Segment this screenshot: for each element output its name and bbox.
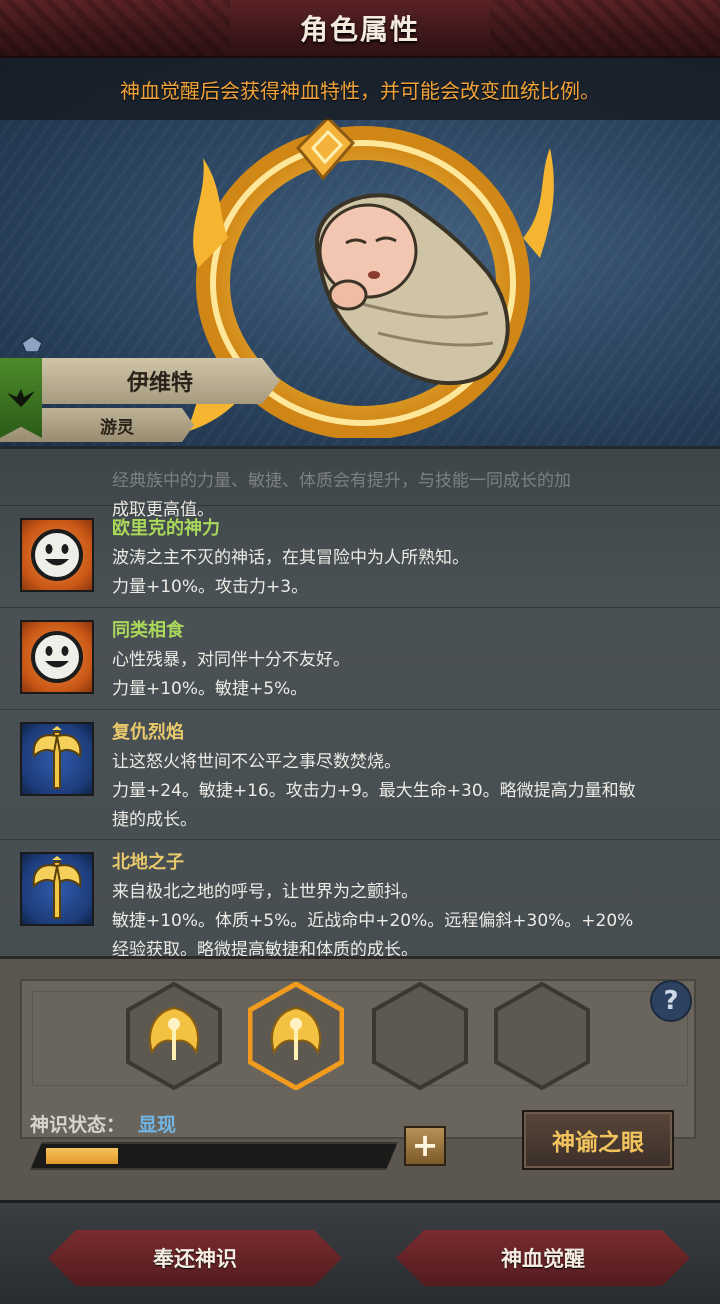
trait-item[interactable]: 欧里克的神力 波涛之主不灭的神话，在其冒险中为人所熟知。 力量+10%。攻击力+… xyxy=(0,505,720,607)
divine-slot-2-selected[interactable] xyxy=(248,982,344,1090)
divine-slot-1[interactable] xyxy=(126,982,222,1090)
trait-name: 复仇烈焰 xyxy=(112,722,184,743)
trait-list[interactable]: 经典族中的力量、敏捷、体质会有提升，与技能一同成长的加 成取更高值。 欧里克的神… xyxy=(0,446,720,956)
golden-axe-icon xyxy=(32,726,82,789)
trait-name: 北地之子 xyxy=(112,852,184,873)
trait-icon xyxy=(20,518,94,592)
character-class: 游灵 xyxy=(100,417,134,438)
page-title: 角色属性 xyxy=(299,13,420,46)
awakening-notice: 神血觉醒后会获得神血特性，并可能会改变血统比例。 xyxy=(0,58,720,120)
rank-icon xyxy=(22,336,42,352)
question-mark-icon: ? xyxy=(663,986,679,1016)
divine-progress-fill xyxy=(46,1148,118,1164)
golden-axe-icon xyxy=(32,856,82,919)
smiley-face-icon xyxy=(31,529,83,581)
character-name-banner: 伊维特 xyxy=(0,358,280,404)
blood-awaken-button[interactable]: 神血觉醒 xyxy=(396,1230,690,1286)
trait-description: 心性残暴，对同伴十分不友好。 力量+10%。敏捷+5%。 xyxy=(112,650,350,699)
trait-description: 来自极北之地的呼号，让世界为之颤抖。 敏捷+10%。体质+5%。近战命中+20%… xyxy=(112,882,634,956)
add-progress-button[interactable]: + xyxy=(404,1126,446,1166)
title-bar: 角色属性 xyxy=(0,0,720,58)
character-name: 伊维特 xyxy=(126,371,193,396)
divine-status-value: 显现 xyxy=(138,1114,177,1136)
smiley-face-icon xyxy=(31,631,83,683)
oracle-eye-label: 神谕之眼 xyxy=(552,1130,644,1156)
divine-progress-bar xyxy=(30,1142,398,1170)
trait-item[interactable]: 北地之子 来自极北之地的呼号，让世界为之颤抖。 敏捷+10%。体质+5%。近战命… xyxy=(0,839,720,956)
trait-description: 让这怒火将世间不公平之事尽数焚烧。 力量+24。敏捷+16。攻击力+9。最大生命… xyxy=(112,752,636,830)
raven-icon xyxy=(7,389,35,407)
return-divine-label: 奉还神识 xyxy=(153,1247,237,1271)
blood-awaken-label: 神血觉醒 xyxy=(501,1247,585,1271)
trait-icon xyxy=(20,722,94,796)
hero-portrait-area: 神血觉醒后会获得神血特性，并可能会改变血统比例。 伊维特 游灵 xyxy=(0,58,720,446)
oracle-eye-button[interactable]: 神谕之眼 xyxy=(522,1110,674,1170)
trait-item[interactable]: 复仇烈焰 让这怒火将世间不公平之事尽数焚烧。 力量+24。敏捷+16。攻击力+9… xyxy=(0,709,720,839)
trait-description: 波涛之主不灭的神话，在其冒险中为人所熟知。 力量+10%。攻击力+3。 xyxy=(112,548,469,597)
plus-icon: + xyxy=(411,1126,439,1164)
faction-crest xyxy=(0,358,42,438)
trait-name: 欧里克的神力 xyxy=(112,518,220,539)
trait-icon xyxy=(20,852,94,926)
divine-slot-4-empty[interactable] xyxy=(494,982,590,1090)
swaddled-baby-portrait xyxy=(315,193,510,386)
return-divine-button[interactable]: 奉还神识 xyxy=(48,1230,342,1286)
trait-icon xyxy=(20,620,94,694)
divine-slot-3-empty[interactable] xyxy=(372,982,468,1090)
help-button[interactable]: ? xyxy=(650,980,692,1022)
trait-name: 同类相食 xyxy=(112,620,184,641)
divine-status-label: 神识状态： xyxy=(30,1114,126,1136)
trait-item[interactable]: 同类相食 心性残暴，对同伴十分不友好。 力量+10%。敏捷+5%。 xyxy=(0,607,720,709)
